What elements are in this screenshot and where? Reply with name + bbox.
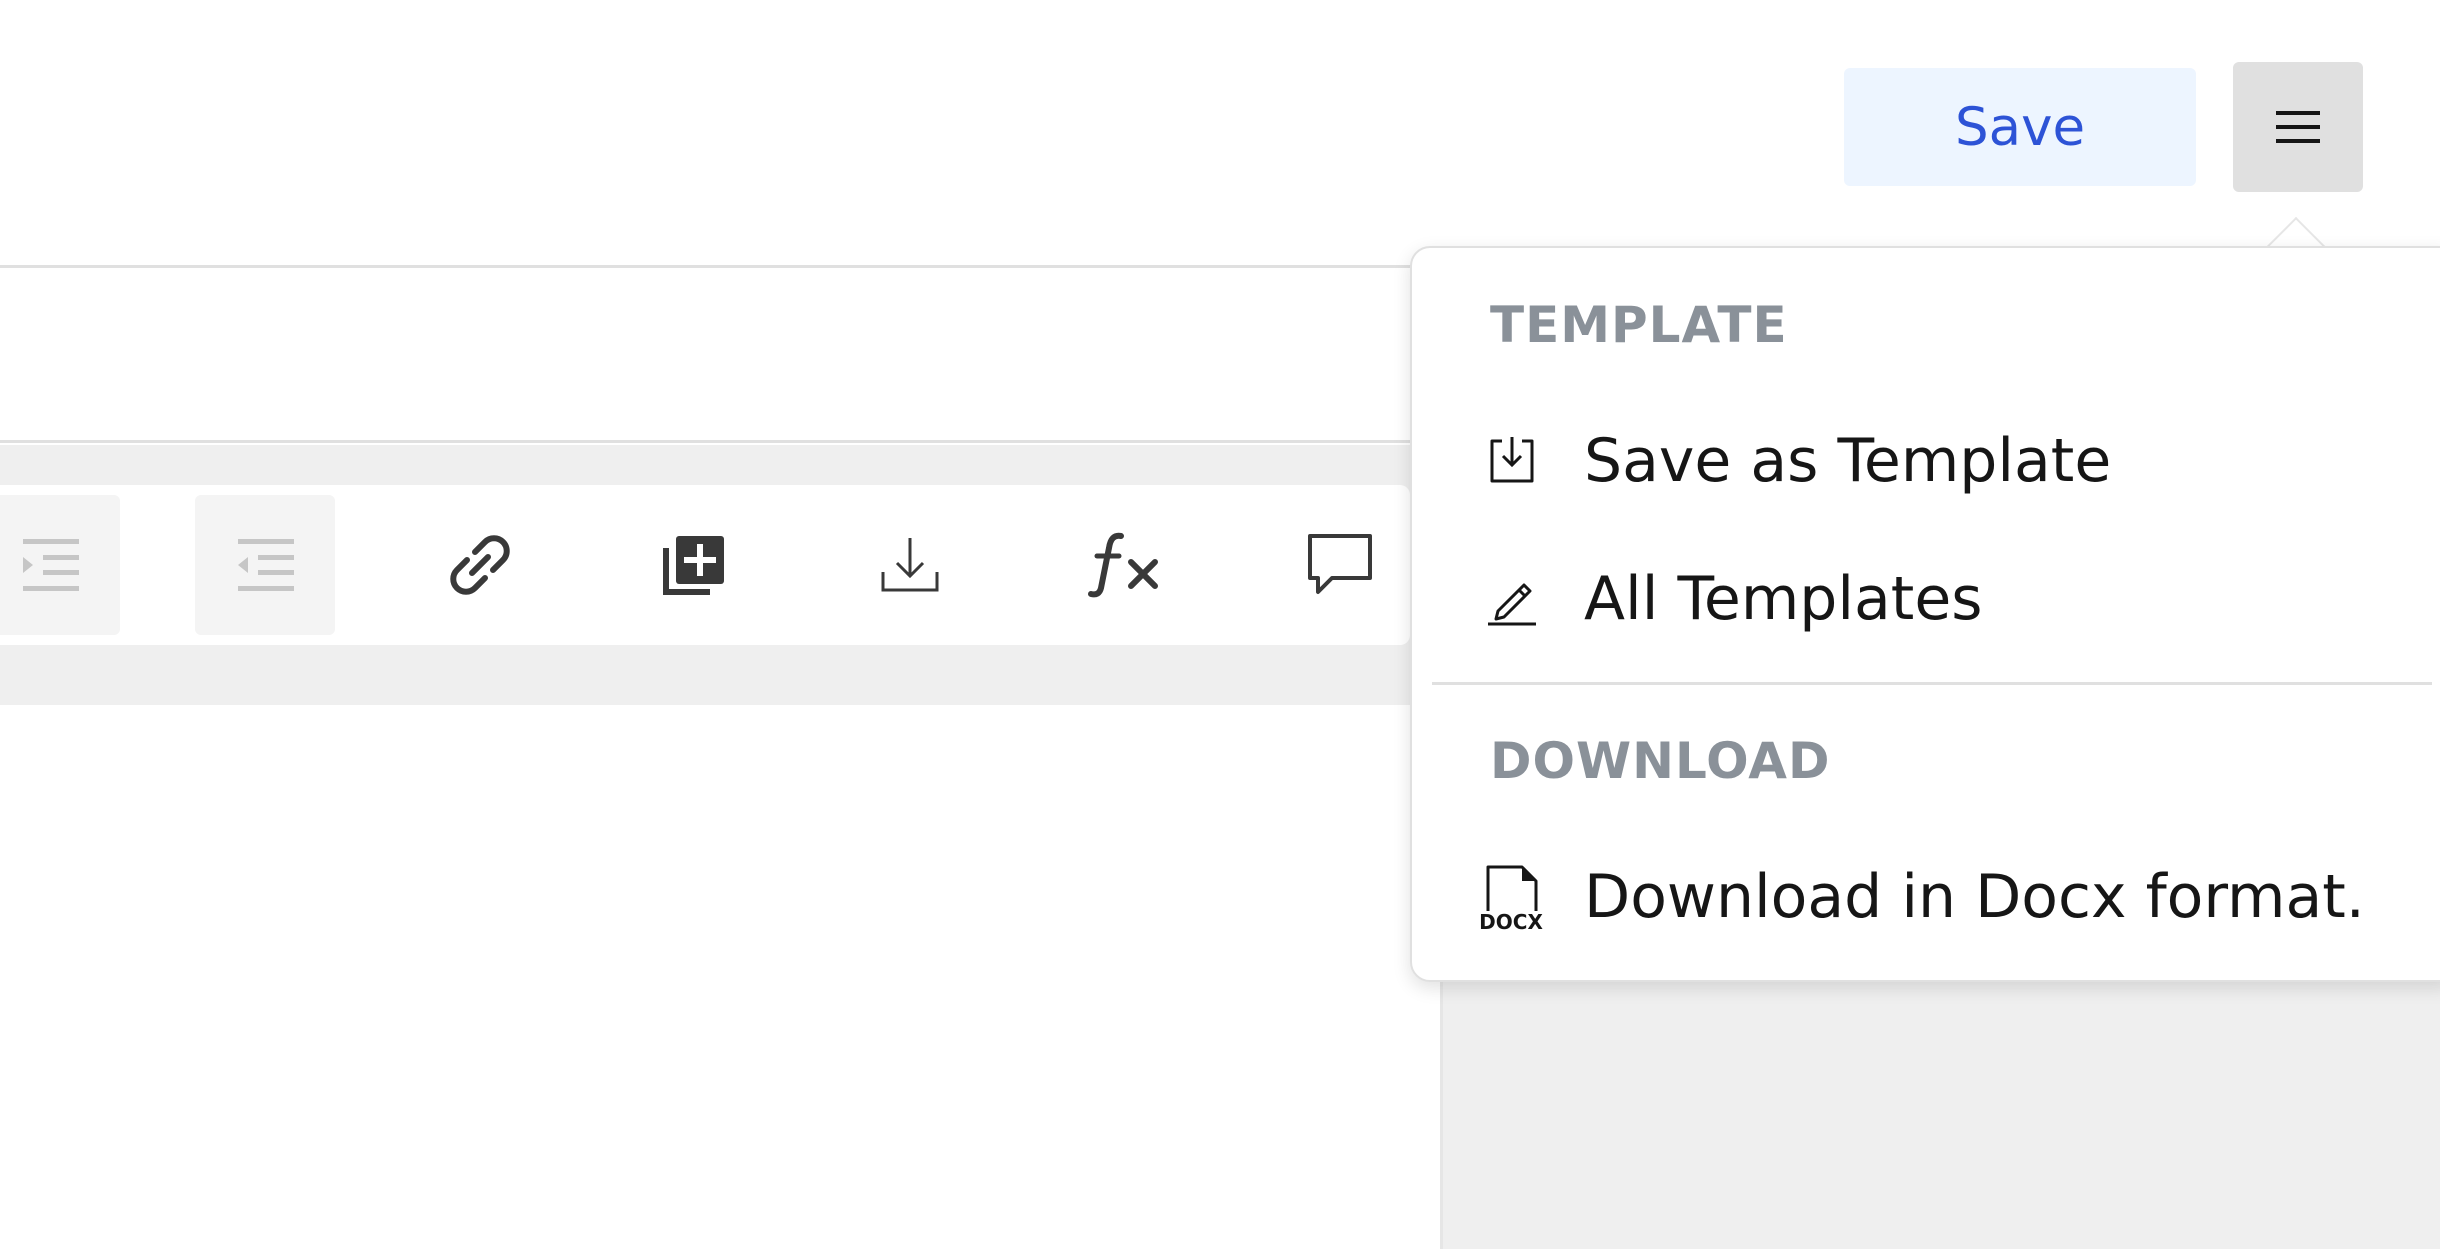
overflow-menu-dropdown: TEMPLATE Save as Template All Templates — [1410, 246, 2440, 982]
menu-item-download-docx[interactable]: DOCX Download in Docx format. — [1472, 842, 2412, 952]
toolbar-band — [0, 445, 1410, 705]
menu-item-save-as-template[interactable]: Save as Template — [1472, 406, 2412, 516]
menu-button[interactable] — [2233, 62, 2363, 192]
svg-text:DOCX: DOCX — [1480, 910, 1543, 933]
link-icon — [450, 535, 510, 595]
outdent-icon — [238, 539, 294, 591]
link-button[interactable] — [410, 495, 550, 635]
menu-item-label: Save as Template — [1584, 426, 2112, 496]
comment-icon — [1308, 534, 1372, 594]
save-button[interactable]: Save — [1844, 68, 2196, 186]
docx-file-icon: DOCX — [1472, 857, 1552, 937]
save-template-icon — [1472, 421, 1552, 501]
menu-item-all-templates[interactable]: All Templates — [1472, 544, 2412, 654]
download-button[interactable] — [840, 495, 980, 635]
indent-button[interactable] — [0, 495, 120, 635]
menu-item-label: Download in Docx format. — [1584, 862, 2365, 932]
indent-icon — [23, 539, 79, 591]
formula-button[interactable] — [1055, 495, 1195, 635]
outdent-button[interactable] — [195, 495, 335, 635]
menu-divider — [1432, 682, 2432, 685]
section-title-template: TEMPLATE — [1490, 296, 1788, 354]
pencil-icon — [1472, 559, 1552, 639]
editor-toolbar — [0, 485, 1410, 645]
formula-icon — [1088, 532, 1158, 598]
app-root: Save TEMPLATE Save as Template All Templ… — [0, 0, 2440, 1249]
comment-button[interactable] — [1270, 495, 1410, 635]
menu-item-label: All Templates — [1584, 564, 1983, 634]
hamburger-menu-icon — [2276, 111, 2320, 143]
document-title-area[interactable] — [0, 271, 1410, 443]
download-icon — [881, 538, 939, 592]
section-title-download: DOWNLOAD — [1490, 732, 1831, 790]
top-header: Save — [0, 0, 2440, 268]
add-block-button[interactable] — [625, 495, 765, 635]
add-block-icon — [663, 536, 724, 595]
